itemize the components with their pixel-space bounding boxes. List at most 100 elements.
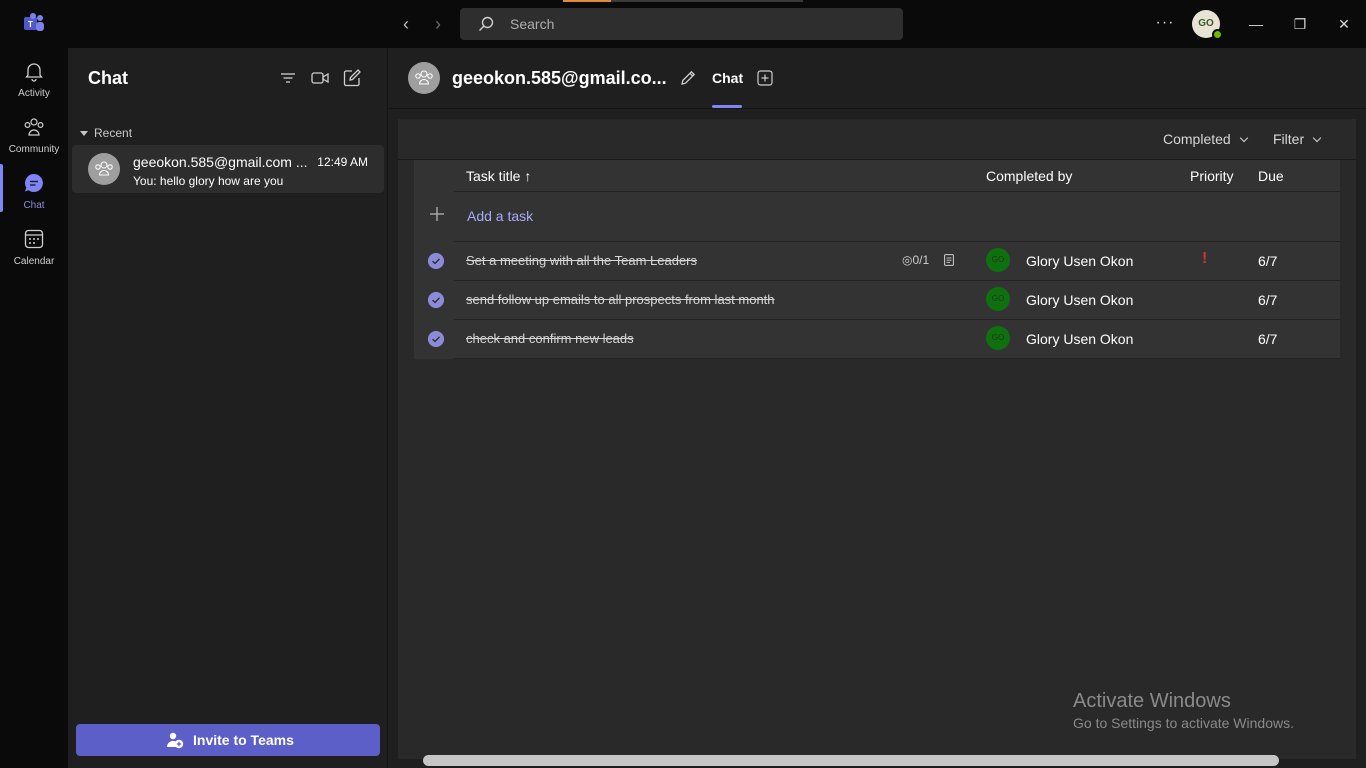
- back-arrow-icon[interactable]: ‹: [396, 14, 416, 34]
- table-row[interactable]: Set a meeting with all the Team Leaders …: [414, 241, 1340, 280]
- user-avatar[interactable]: GO: [1192, 10, 1223, 40]
- forward-arrow-icon[interactable]: ›: [428, 14, 448, 34]
- caret-down-icon: [80, 131, 88, 136]
- assignee-name: Glory Usen Okon: [1026, 331, 1134, 347]
- completed-check-icon[interactable]: [428, 331, 444, 347]
- svg-text:T: T: [28, 20, 33, 29]
- urgent-priority-icon: !: [1202, 250, 1208, 267]
- group-avatar: [88, 153, 120, 185]
- grid-header: Task title ↑ Completed by Priority Due: [454, 160, 1340, 192]
- minimize-button[interactable]: —: [1244, 12, 1268, 36]
- assignee-avatar: GO: [986, 287, 1010, 311]
- rail-item-label: Activity: [18, 88, 50, 99]
- search-input[interactable]: [510, 8, 890, 40]
- rail-item-chat[interactable]: Chat: [0, 164, 68, 220]
- checklist-count: 0/1: [912, 253, 930, 267]
- column-header-due[interactable]: Due: [1258, 168, 1284, 184]
- people-icon: [95, 161, 113, 176]
- conversation-header: geeokon.585@gmail.co... Chat: [389, 48, 1366, 109]
- column-header-completed-by[interactable]: Completed by: [986, 168, 1072, 184]
- video-call-icon[interactable]: [310, 68, 330, 88]
- assignee-name: Glory Usen Okon: [1026, 253, 1134, 269]
- rail-item-calendar[interactable]: Calendar: [0, 220, 68, 276]
- invite-button-label: Invite to Teams: [193, 732, 294, 748]
- rail-item-activity[interactable]: Activity: [0, 52, 68, 108]
- new-chat-icon[interactable]: [342, 68, 362, 88]
- tasks-pane: Completed Filter Task title ↑ Completed …: [398, 119, 1356, 766]
- table-row[interactable]: send follow up emails to all prospects f…: [414, 280, 1340, 319]
- task-title[interactable]: check and confirm new leads: [466, 331, 634, 346]
- row-divider: [454, 280, 1340, 281]
- add-task-row[interactable]: Add a task: [414, 193, 1340, 241]
- filter-icon[interactable]: [278, 68, 298, 88]
- conversation-content: Completed Filter Task title ↑ Completed …: [389, 110, 1366, 768]
- tab-active-indicator: [712, 105, 742, 108]
- assignee-avatar: GO: [986, 326, 1010, 350]
- completed-check-icon[interactable]: [428, 253, 444, 269]
- assignee-name: Glory Usen Okon: [1026, 292, 1134, 308]
- rail-item-community[interactable]: Community: [0, 108, 68, 164]
- rail-item-label: Community: [8, 144, 60, 155]
- chat-icon: [25, 174, 43, 192]
- activation-watermark-title: Activate Windows: [1073, 690, 1231, 712]
- row-divider: [454, 241, 1340, 242]
- horizontal-scrollbar[interactable]: [423, 755, 1279, 766]
- due-date: 6/7: [1258, 253, 1278, 269]
- activation-watermark-subtitle: Go to Settings to activate Windows.: [1073, 715, 1294, 731]
- presence-available-icon: [1212, 29, 1223, 40]
- table-row[interactable]: check and confirm new leads GO Glory Use…: [414, 319, 1340, 358]
- edit-pencil-icon[interactable]: [679, 69, 697, 87]
- bell-icon: [25, 63, 43, 82]
- search-box[interactable]: [460, 8, 903, 40]
- chat-list-pane: Chat Recent geeokon.585@gmail.com ... 12…: [68, 48, 388, 768]
- calendar-icon: [24, 229, 44, 249]
- tab-chat[interactable]: Chat: [712, 70, 743, 86]
- conversation-title: geeokon.585@gmail.co...: [452, 68, 667, 88]
- view-selector-dropdown[interactable]: Completed: [1163, 131, 1248, 147]
- due-date: 6/7: [1258, 331, 1278, 347]
- chat-item-preview: You: hello glory how are you: [133, 174, 284, 188]
- section-label: Recent: [94, 126, 133, 140]
- loading-indicator: [563, 0, 611, 2]
- loading-track: [611, 0, 803, 2]
- add-person-icon: [166, 732, 184, 749]
- rail-item-label: Calendar: [13, 256, 55, 267]
- chat-item-time: 12:49 AM: [317, 155, 368, 169]
- chevron-down-icon: [1239, 133, 1248, 143]
- chat-item-name: geeokon.585@gmail.com ...: [133, 154, 308, 170]
- column-header-task-title[interactable]: Task title ↑: [466, 168, 531, 184]
- filter-dropdown[interactable]: Filter: [1273, 131, 1322, 147]
- conversation-avatar: [408, 62, 440, 94]
- teams-logo-icon[interactable]: T: [22, 12, 46, 36]
- task-title[interactable]: send follow up emails to all prospects f…: [466, 292, 775, 307]
- pane-title: Chat: [88, 68, 128, 88]
- people-icon: [415, 70, 433, 85]
- more-options-icon[interactable]: ···: [1152, 12, 1178, 36]
- column-header-priority[interactable]: Priority: [1190, 168, 1234, 184]
- chevron-down-icon: [1312, 133, 1322, 143]
- task-title[interactable]: Set a meeting with all the Team Leaders: [466, 253, 697, 268]
- user-initials: GO: [1198, 18, 1214, 29]
- add-task-label: Add a task: [467, 208, 534, 224]
- due-date: 6/7: [1258, 292, 1278, 308]
- view-selector-label: Completed: [1163, 131, 1231, 147]
- invite-to-teams-button[interactable]: Invite to Teams: [76, 724, 380, 756]
- restore-button[interactable]: ❐: [1288, 12, 1312, 36]
- row-divider: [454, 358, 1340, 359]
- chat-list-item[interactable]: geeokon.585@gmail.com ... 12:49 AM You: …: [72, 145, 384, 193]
- row-divider: [454, 319, 1340, 320]
- notes-icon: [944, 254, 954, 266]
- completed-check-icon[interactable]: [428, 292, 444, 308]
- check-circle-icon: ◎: [902, 253, 913, 267]
- plus-icon: [430, 207, 444, 221]
- rail-item-label: Chat: [23, 200, 45, 211]
- title-bar: T ‹ › ··· GO — ❐ ✕: [0, 0, 1366, 48]
- search-icon: [479, 16, 494, 31]
- add-tab-icon[interactable]: [757, 70, 773, 86]
- filter-label: Filter: [1273, 131, 1305, 147]
- checklist-progress: ◎0/1: [902, 253, 929, 267]
- close-button[interactable]: ✕: [1332, 12, 1356, 36]
- community-icon: [24, 118, 44, 136]
- recent-section-toggle[interactable]: Recent: [80, 126, 132, 140]
- assignee-avatar: GO: [986, 248, 1010, 272]
